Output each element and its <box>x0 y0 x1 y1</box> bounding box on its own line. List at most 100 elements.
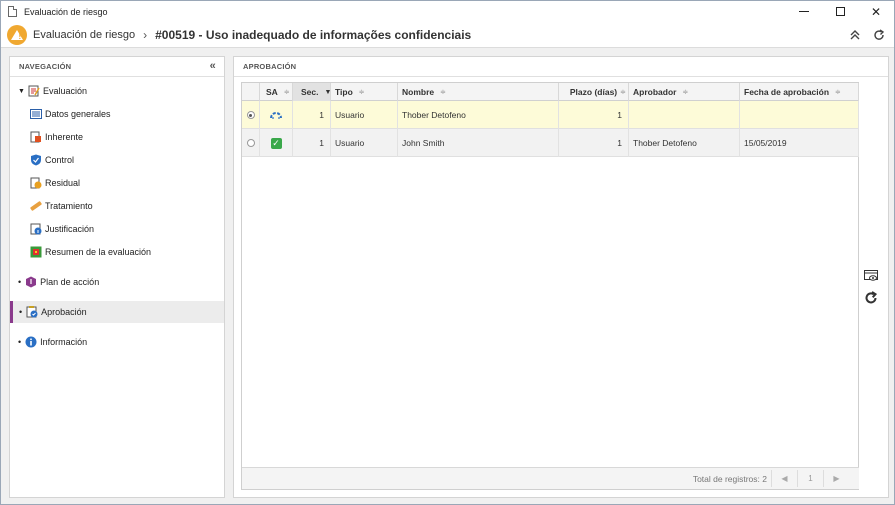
sec-cell: 1 <box>293 101 331 129</box>
bullet-icon: • <box>18 337 22 347</box>
info-icon <box>25 336 37 348</box>
navigation-heading: NAVEGACIÓN « <box>10 57 224 77</box>
minimize-button[interactable] <box>786 1 822 22</box>
fecha-cell <box>740 101 859 129</box>
column-label: Plazo (días) <box>569 87 618 97</box>
navigation-heading-label: NAVEGACIÓN <box>19 62 72 71</box>
row-radio[interactable] <box>246 139 255 147</box>
control-shield-icon <box>31 154 41 166</box>
close-button[interactable]: ✕ <box>858 1 894 22</box>
nav-item-tratamiento[interactable]: Tratamiento <box>30 195 93 217</box>
row-radio[interactable] <box>246 111 255 119</box>
grid-toolbar <box>862 267 880 311</box>
column-nombre[interactable]: Nombre ≑ <box>398 83 559 101</box>
grid-footer: Total de registros: 2 ◀ 1 ▶ <box>242 467 859 489</box>
approval-heading: APROBACIÓN <box>234 57 888 77</box>
column-label: Tipo <box>335 87 353 97</box>
bullet-icon: • <box>19 307 23 317</box>
row-radio-cell[interactable] <box>242 101 260 129</box>
status-cell: ✓ <box>260 129 293 157</box>
inherent-icon <box>30 131 41 143</box>
refresh-grid-button[interactable] <box>862 289 880 307</box>
nav-item-label: Datos generales <box>45 109 111 119</box>
refresh-header-button[interactable] <box>870 26 888 44</box>
view-record-icon <box>864 270 878 281</box>
aprobador-cell: Thober Detofeno <box>629 129 740 157</box>
nav-item-aprobacion[interactable]: • Aprobación <box>10 301 224 323</box>
sort-icon: ≑ <box>835 89 841 96</box>
sort-icon: ≑ <box>440 89 446 96</box>
nav-item-plan-de-accion[interactable]: • Plan de acción <box>18 271 99 293</box>
view-record-button[interactable] <box>862 267 880 285</box>
table-row[interactable]: ✓ 1 Usuario John Smith 1 Thober Detofeno… <box>242 129 859 157</box>
nav-item-residual[interactable]: Residual <box>30 172 80 194</box>
page-number[interactable]: 1 <box>797 470 823 487</box>
summary-icon <box>30 246 42 258</box>
plazo-cell: 1 <box>559 129 629 157</box>
column-sec[interactable]: Sec. ▼ <box>293 83 331 101</box>
maximize-button[interactable] <box>822 1 858 22</box>
approved-check-icon: ✓ <box>270 137 282 149</box>
column-fecha[interactable]: Fecha de aprobación ≑ <box>740 83 859 101</box>
refresh-icon <box>865 291 878 304</box>
nav-item-control[interactable]: Control <box>30 149 74 171</box>
action-plan-icon <box>26 276 37 288</box>
nav-item-datos-generales[interactable]: Datos generales <box>30 103 111 125</box>
evaluation-icon <box>28 85 40 97</box>
nav-item-evaluacion[interactable]: ▼ Evaluación <box>18 80 87 102</box>
window-title: Evaluación de riesgo <box>24 6 108 17</box>
sort-icon: ≑ <box>283 89 290 96</box>
nav-item-label: Resumen de la evaluación <box>45 247 152 257</box>
sort-icon: ≑ <box>358 89 365 96</box>
sort-icon: ≑ <box>620 89 626 96</box>
column-label: SA <box>266 87 278 97</box>
tipo-cell: Usuario <box>331 101 398 129</box>
double-chevron-up-icon <box>850 30 860 40</box>
caret-left-icon: ◀ <box>781 474 788 483</box>
justification-icon <box>30 223 42 235</box>
approval-panel: APROBACIÓN SA ≑ Sec. ▼ Tipo ≑ Nombre ≑ Plazo… <box>233 56 889 498</box>
column-plazo[interactable]: Plazo (días) ≑ <box>559 83 629 101</box>
caret-right-icon: ▶ <box>833 474 840 483</box>
sort-icon: ≑ <box>682 89 689 96</box>
column-tipo[interactable]: Tipo ≑ <box>331 83 398 101</box>
column-label: Nombre <box>402 87 435 97</box>
nav-item-label: Evaluación <box>42 86 87 96</box>
nombre-cell: John Smith <box>398 129 559 157</box>
nav-item-label: Residual <box>45 178 81 188</box>
collapse-sidebar-button[interactable]: « <box>210 60 216 72</box>
approval-grid: SA ≑ Sec. ▼ Tipo ≑ Nombre ≑ Plazo (días) ≑ Ap… <box>241 82 859 490</box>
row-radio-cell[interactable] <box>242 129 260 157</box>
nombre-cell: Thober Detofeno <box>398 101 559 129</box>
document-icon <box>8 6 17 17</box>
nav-item-justificacion[interactable]: Justificación <box>30 218 94 240</box>
sec-cell: 1 <box>293 129 331 157</box>
pending-status-icon <box>270 112 282 119</box>
column-sa[interactable]: SA ≑ <box>260 83 293 101</box>
page-header: ! Evaluación de riesgo › #00519 - Uso in… <box>1 22 894 48</box>
approval-icon <box>26 306 38 318</box>
treatment-icon <box>30 201 42 211</box>
next-page-button[interactable]: ▶ <box>823 470 849 487</box>
nav-item-inherente[interactable]: Inherente <box>30 126 83 148</box>
previous-page-button[interactable]: ◀ <box>771 470 797 487</box>
residual-icon <box>30 177 42 189</box>
nav-item-informacion[interactable]: • Información <box>18 331 87 353</box>
nav-item-resumen[interactable]: Resumen de la evaluación <box>30 241 151 263</box>
page-title: #00519 - Uso inadequado de informações c… <box>155 27 472 42</box>
column-select <box>242 83 260 101</box>
plazo-cell: 1 <box>559 101 629 129</box>
collapse-header-button[interactable] <box>846 26 864 44</box>
active-indicator <box>10 301 13 323</box>
table-row[interactable]: 1 Usuario Thober Detofeno 1 <box>242 101 859 129</box>
breadcrumb[interactable]: Evaluación de riesgo <box>33 29 135 41</box>
chevron-right-icon: › <box>143 27 148 42</box>
column-aprobador[interactable]: Aprobador ≑ <box>629 83 740 101</box>
refresh-icon <box>874 29 885 40</box>
nav-item-label: Tratamiento <box>45 201 93 211</box>
caret-down-icon: ▼ <box>18 87 25 95</box>
approval-heading-label: APROBACIÓN <box>243 62 297 71</box>
warning-icon: ! <box>7 24 27 45</box>
application-window: Evaluación de riesgo ✕ ! Evaluación de r… <box>0 0 895 505</box>
fecha-cell: 15/05/2019 <box>740 129 859 157</box>
